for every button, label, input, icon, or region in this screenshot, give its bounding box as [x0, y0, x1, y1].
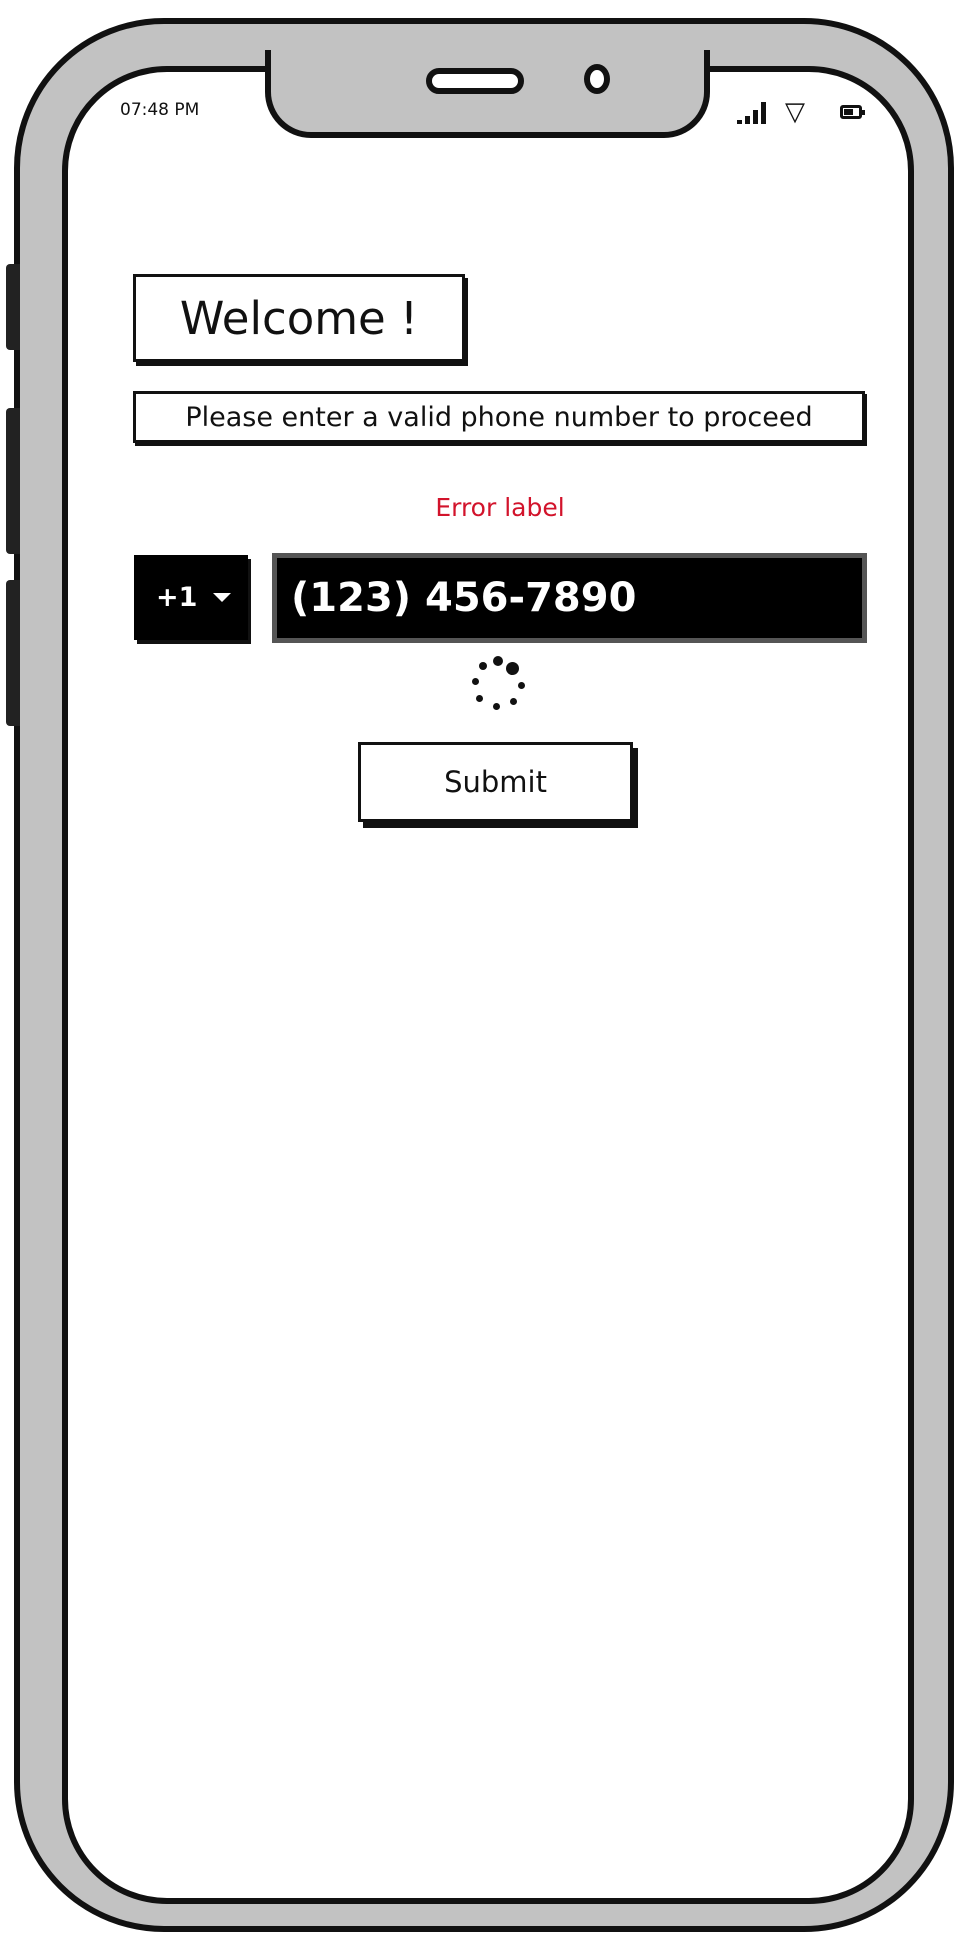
status-icons: ▽: [735, 98, 875, 128]
signal-icon: [735, 98, 775, 126]
error-label: Error label: [435, 493, 565, 522]
country-code-value: +1: [156, 582, 198, 613]
phone-notch: [265, 50, 710, 138]
wifi-icon: ▽: [785, 97, 805, 127]
mute-switch: [6, 264, 20, 350]
status-time: 07:48 PM: [120, 100, 200, 120]
loading-spinner-icon: [462, 652, 538, 728]
instruction-text: Please enter a valid phone number to pro…: [133, 391, 865, 443]
speaker-grille: [426, 68, 524, 94]
front-camera-icon: [584, 64, 610, 94]
welcome-title: Welcome !: [133, 274, 465, 362]
country-code-dropdown[interactable]: +1: [134, 555, 248, 640]
battery-icon: [840, 105, 865, 119]
volume-down-button: [6, 580, 20, 726]
volume-up-button: [6, 408, 20, 554]
chevron-down-icon: [213, 593, 232, 602]
app-mockup: 07:48 PM ▽ Welcome ! Please enter a vali…: [0, 0, 968, 1942]
submit-button[interactable]: Submit: [358, 742, 633, 822]
phone-number-input[interactable]: [272, 553, 867, 643]
